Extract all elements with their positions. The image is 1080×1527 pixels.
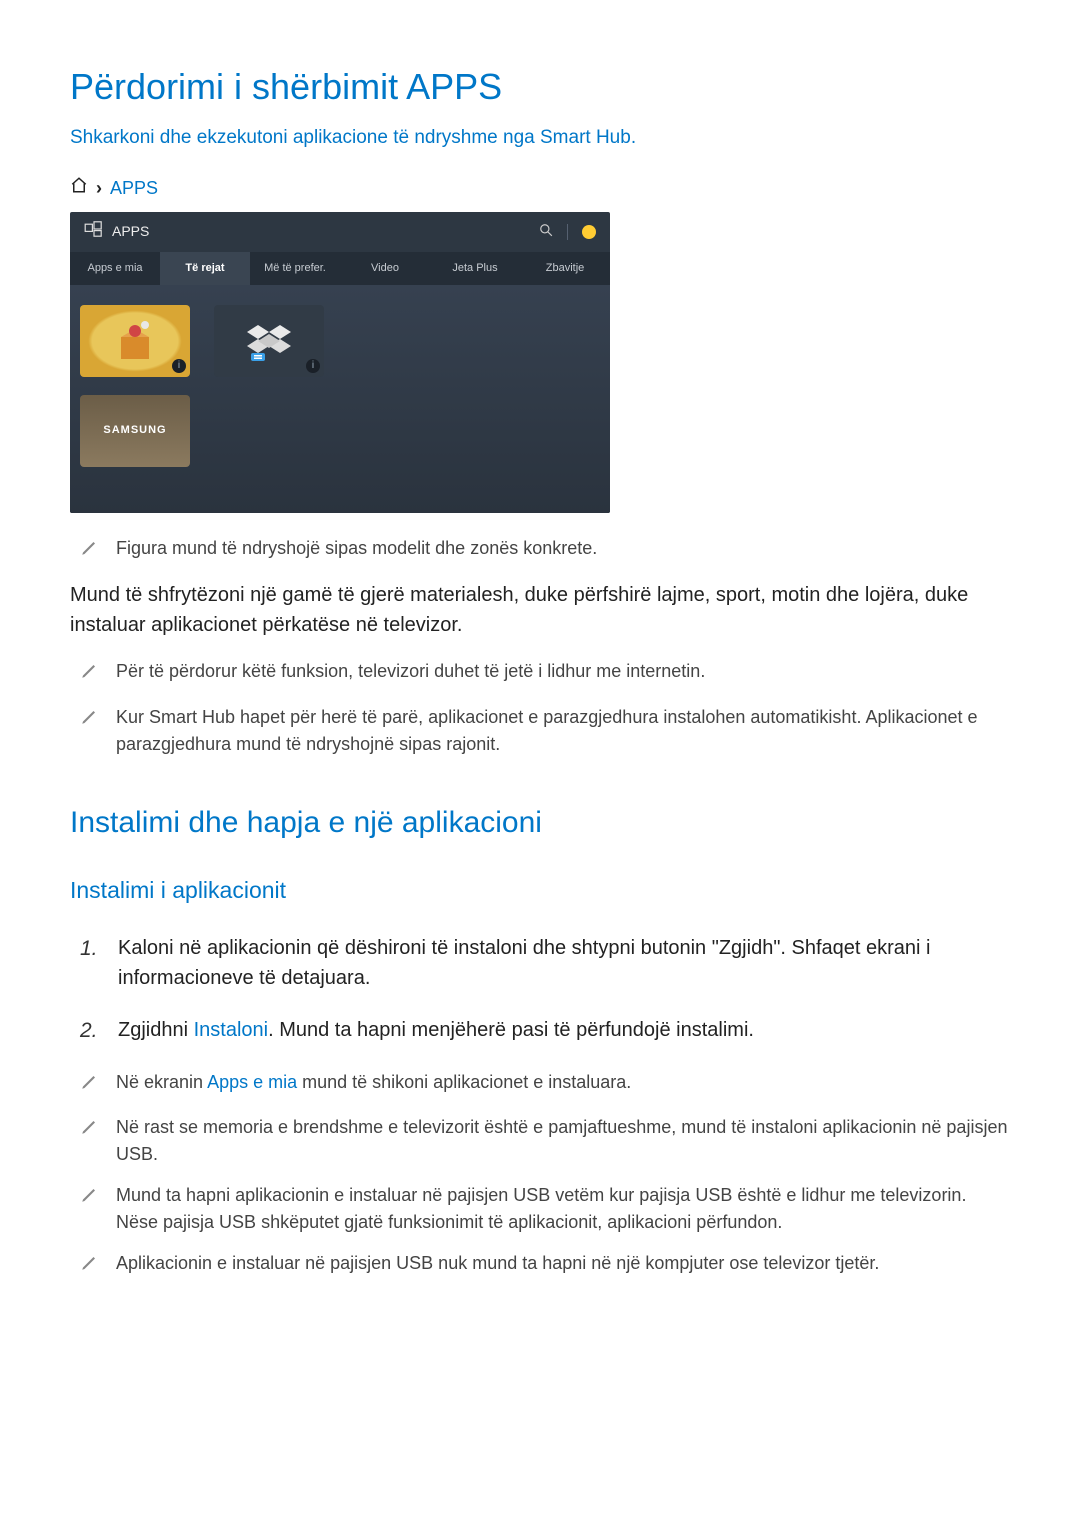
note-text: Figura mund të ndryshojë sipas modelit d… [116, 535, 1010, 567]
pencil-icon [80, 1069, 98, 1101]
tv-content: i SAMSUNG i [70, 285, 610, 513]
breadcrumb: › APPS [70, 175, 1010, 202]
app-tile-settings[interactable]: i [80, 305, 190, 377]
body-paragraph: Mund të shfrytëzoni një gamë të gjerë ma… [70, 580, 1010, 640]
pencil-icon [80, 1250, 98, 1282]
settings-badge-icon[interactable] [582, 225, 596, 239]
note-usb-install: Në rast se memoria e brendshme e televiz… [80, 1114, 1010, 1168]
tab-video[interactable]: Video [340, 252, 430, 285]
pencil-icon [80, 1182, 98, 1236]
install-steps: 1. Kaloni në aplikacionin që dëshironi t… [80, 933, 1010, 1047]
tab-me-te-prefer[interactable]: Më të prefer. [250, 252, 340, 285]
pencil-icon [80, 704, 98, 758]
apps-e-mia-link-word: Apps e mia [207, 1072, 297, 1092]
text-fragment: Zgjidhni [118, 1019, 194, 1041]
tv-header-label: APPS [112, 221, 149, 242]
note-text: Aplikacionin e instaluar në pajisjen USB… [116, 1250, 1010, 1282]
note-text: Mund ta hapni aplikacionin e instaluar n… [116, 1182, 1010, 1236]
step-1: 1. Kaloni në aplikacionin që dëshironi t… [80, 933, 1010, 993]
tab-zbavitje[interactable]: Zbavitje [520, 252, 610, 285]
note-internet-required: Për të përdorur këtë funksion, televizor… [80, 658, 1010, 690]
text-fragment: mund të shikoni aplikacionet e instaluar… [297, 1072, 631, 1092]
chevron-right-icon: › [96, 175, 102, 202]
step-number: 1. [80, 933, 100, 993]
note-text: Për të përdorur këtë funksion, televizor… [116, 658, 1010, 690]
apps-grid-icon [84, 221, 104, 243]
section-title-install-open: Instalimi dhe hapja e një aplikacioni [70, 800, 1010, 845]
step-2: 2. Zgjidhni Instaloni. Mund ta hapni men… [80, 1015, 1010, 1047]
note-usb-open: Mund ta hapni aplikacionin e instaluar n… [80, 1182, 1010, 1236]
tv-tabs: Apps e mia Të rejat Më të prefer. Video … [70, 252, 610, 285]
tab-te-rejat[interactable]: Të rejat [160, 252, 250, 285]
pencil-icon [80, 1114, 98, 1168]
note-figure-varies: Figura mund të ndryshojë sipas modelit d… [80, 535, 1010, 567]
note-text: Në ekranin Apps e mia mund të shikoni ap… [116, 1069, 1010, 1101]
pencil-icon [80, 658, 98, 690]
pencil-icon [80, 535, 98, 567]
breadcrumb-apps: APPS [110, 175, 158, 202]
note-text: Në rast se memoria e brendshme e televiz… [116, 1114, 1010, 1168]
info-badge-icon: i [172, 359, 186, 373]
info-badge-icon: i [306, 359, 320, 373]
tab-apps-e-mia[interactable]: Apps e mia [70, 252, 160, 285]
text-fragment: . Mund ta hapni menjëherë pasi të përfun… [268, 1019, 754, 1041]
note-apps-e-mia: Në ekranin Apps e mia mund të shikoni ap… [80, 1069, 1010, 1101]
app-tile-dropbox[interactable]: i [214, 305, 324, 377]
step-text: Zgjidhni Instaloni. Mund ta hapni menjëh… [118, 1015, 754, 1047]
app-tile-samsung[interactable]: SAMSUNG [80, 395, 190, 467]
subsection-title-install: Instalimi i aplikacionit [70, 873, 1010, 908]
text-fragment: Në ekranin [116, 1072, 207, 1092]
page-title: Përdorimi i shërbimit APPS [70, 60, 1010, 114]
note-smart-hub-first-open: Kur Smart Hub hapet për herë të parë, ap… [80, 704, 1010, 758]
home-icon [70, 175, 88, 202]
step-text: Kaloni në aplikacionin që dëshironi të i… [118, 933, 1010, 993]
install-link-word: Instaloni [194, 1019, 269, 1041]
tv-screenshot: APPS Apps e mia Të rejat Më të prefer. V… [70, 212, 610, 513]
tv-header: APPS [70, 212, 610, 253]
note-text: Kur Smart Hub hapet për herë të parë, ap… [116, 704, 1010, 758]
note-usb-other-device: Aplikacionin e instaluar në pajisjen USB… [80, 1250, 1010, 1282]
tab-jeta-plus[interactable]: Jeta Plus [430, 252, 520, 285]
step-number: 2. [80, 1015, 100, 1047]
page-subtitle: Shkarkoni dhe ekzekutoni aplikacione të … [70, 124, 1010, 153]
divider [567, 224, 568, 240]
search-icon[interactable] [539, 218, 553, 247]
